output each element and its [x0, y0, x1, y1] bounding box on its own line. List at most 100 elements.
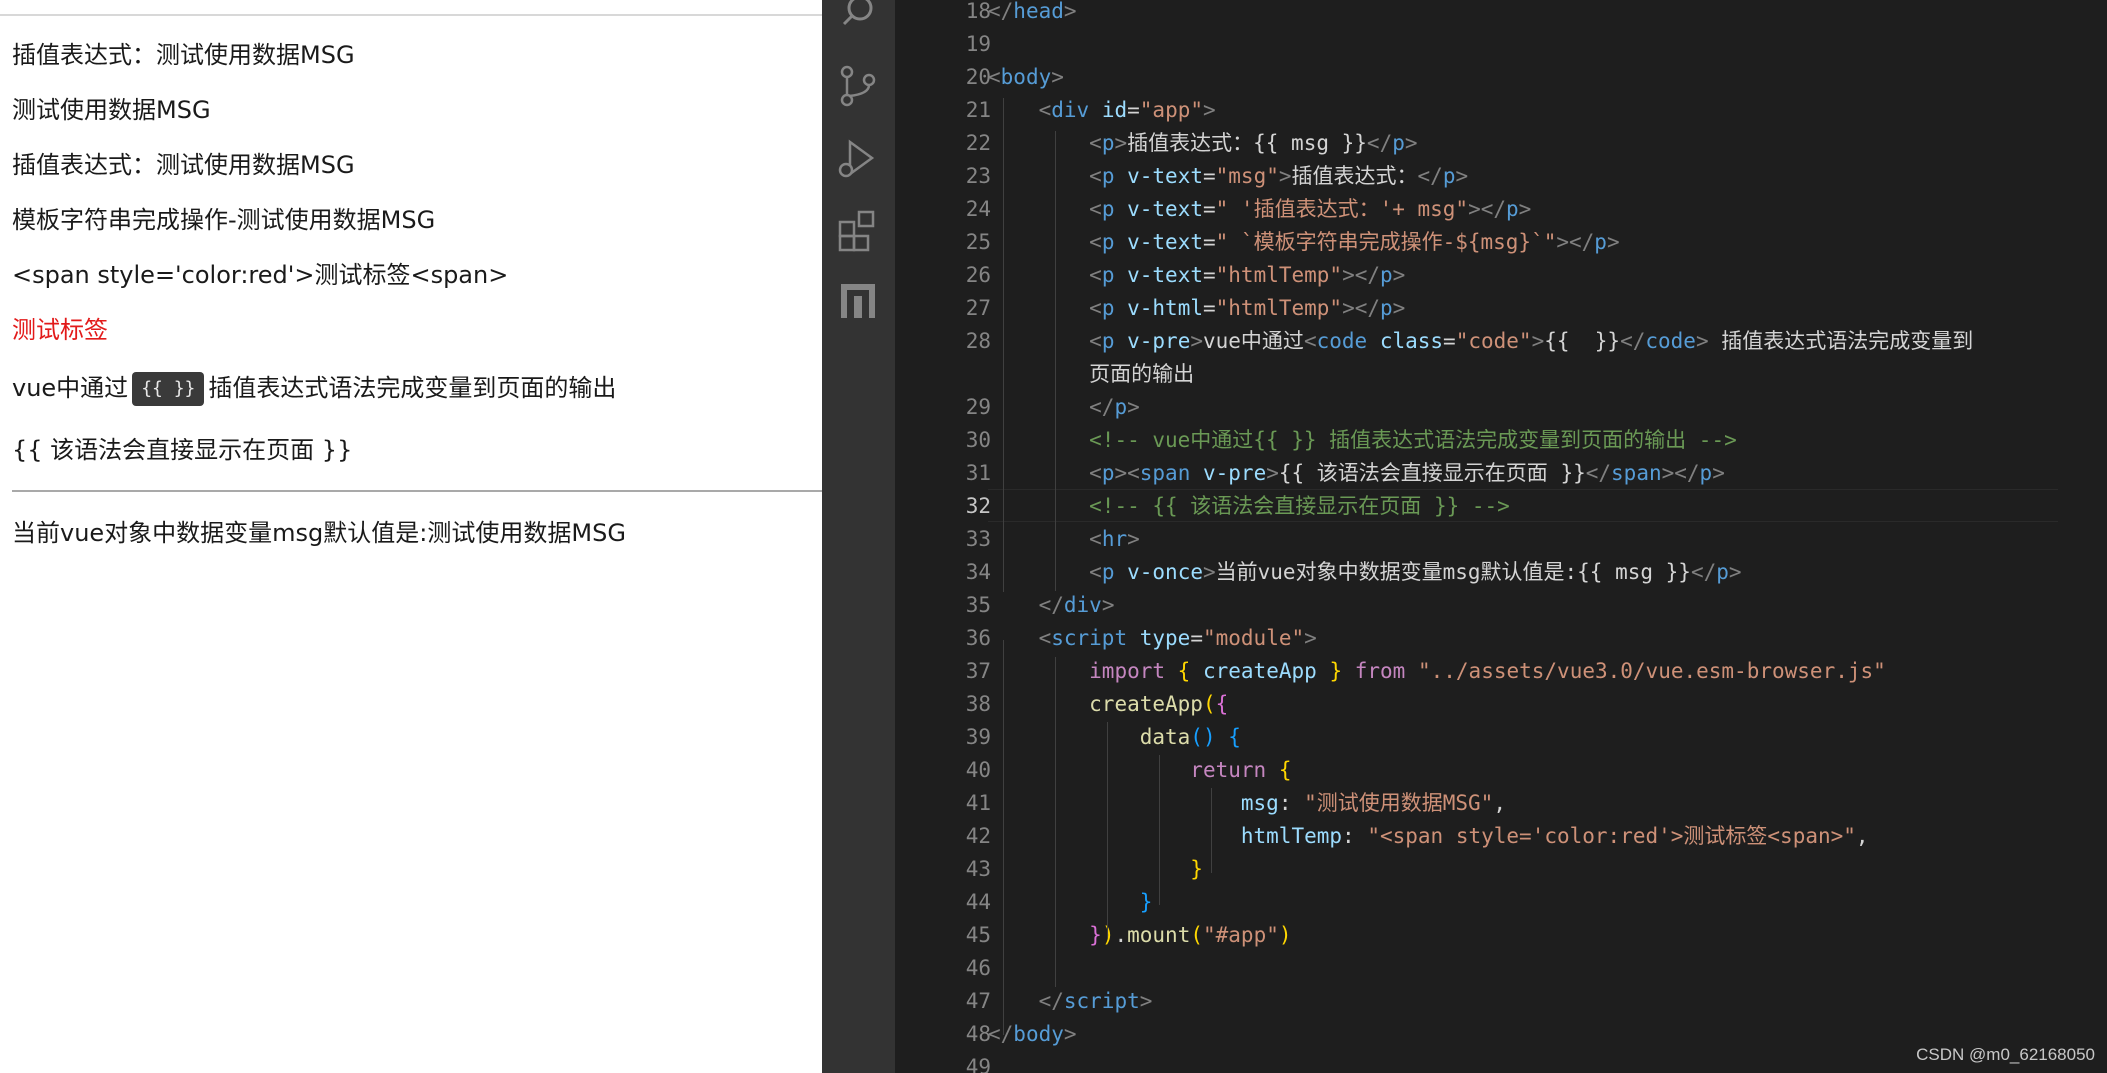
- code-token: >: [1063, 1022, 1077, 1046]
- code-token: </: [1620, 329, 1646, 353]
- run-debug-icon[interactable]: [822, 128, 895, 188]
- code-token: 页面的输出: [988, 362, 1195, 386]
- code-line[interactable]: <p v-once>当前vue对象中数据变量msg默认值是:{{ msg }}<…: [988, 556, 1742, 589]
- code-line[interactable]: }).mount("#app"): [988, 919, 1291, 952]
- code-token: >: [1531, 329, 1545, 353]
- code-token: mount: [1127, 923, 1191, 947]
- code-line[interactable]: htmlTemp: "<span style='color:red'>测试标签<…: [988, 820, 1869, 853]
- code-line[interactable]: </script>: [988, 985, 1153, 1018]
- indent-guide: [1211, 788, 1212, 873]
- code-line[interactable]: </body>: [988, 1018, 1077, 1051]
- code-line[interactable]: 页面的输出: [988, 358, 1194, 391]
- code-token: data: [1139, 725, 1191, 749]
- code-token: >: [1392, 263, 1406, 287]
- vscode-window: 18 19 20 21 22 23 24 25 26 27 28 29 30 31 32 33 34 35 36 37…: [822, 0, 2107, 1073]
- code-token: </: [988, 0, 1014, 23]
- code-token: from: [1354, 659, 1406, 683]
- code-token: p: [1101, 164, 1115, 188]
- extensions-icon[interactable]: [822, 200, 895, 260]
- code-token: </: [1089, 395, 1115, 419]
- code-token: >: [1063, 0, 1077, 23]
- code-line[interactable]: <div id="app">: [988, 94, 1216, 127]
- line-number: 29: [965, 395, 991, 419]
- code-line[interactable]: data() {: [988, 721, 1241, 754]
- code-token: ): [1101, 923, 1115, 947]
- line-number: 43: [965, 857, 991, 881]
- code-line[interactable]: <body>: [988, 61, 1064, 94]
- code-token: p: [1716, 560, 1729, 584]
- code-token: >: [1518, 197, 1532, 221]
- code-line[interactable]: </p>: [988, 391, 1140, 424]
- code-token: </: [1585, 461, 1612, 485]
- code-line[interactable]: <p v-text="htmlTemp"></p>: [988, 259, 1405, 292]
- code-token: >: [1278, 164, 1292, 188]
- line-number: 34: [965, 560, 991, 584]
- code-token: >: [1101, 593, 1115, 617]
- code-token: body: [1000, 65, 1052, 89]
- code-line[interactable]: <p v-html="htmlTemp"></p>: [988, 292, 1405, 325]
- code-token: body: [1013, 1022, 1064, 1046]
- code-token: ></: [1342, 263, 1381, 287]
- code-token: <: [1089, 131, 1102, 155]
- code-token: ></: [1661, 461, 1700, 485]
- activity-bar: [822, 0, 895, 1073]
- code-line[interactable]: <p v-text=" `模板字符串完成操作-${msg}`"></p>: [988, 226, 1619, 259]
- source-control-icon[interactable]: [822, 56, 895, 116]
- preview-line-vpre: vue中通过{{ }} 插值表达式语法完成变量到页面的输出: [12, 372, 616, 406]
- code-token: ><: [1114, 461, 1140, 485]
- code-line[interactable]: <p>插值表达式：{{ msg }}</p>: [988, 127, 1417, 160]
- line-number: 49: [965, 1055, 991, 1073]
- code-line[interactable]: <script type="module">: [988, 622, 1317, 655]
- preview-line-interpolation: 插值表达式：测试使用数据MSG: [12, 41, 355, 69]
- code-line[interactable]: </head>: [988, 0, 1077, 28]
- code-token: <: [1038, 626, 1052, 650]
- preview-line-vtext-msg: 测试使用数据MSG: [12, 96, 211, 124]
- code-token: }: [1139, 890, 1153, 914]
- code-line[interactable]: return {: [988, 754, 1291, 787]
- code-token: script: [1063, 989, 1140, 1013]
- code-token: ></: [1342, 296, 1381, 320]
- code-token: <: [988, 65, 1001, 89]
- line-number: 47: [965, 989, 991, 1013]
- code-line[interactable]: </div>: [988, 589, 1115, 622]
- code-line[interactable]: <hr>: [988, 523, 1140, 556]
- code-line[interactable]: <p><span v-pre>{{ 该语法会直接显示在页面 }}</span><…: [988, 457, 1725, 490]
- code-token: code: [1645, 329, 1696, 353]
- code-line[interactable]: <!-- {{ 该语法会直接显示在页面 }} -->: [988, 490, 1510, 523]
- code-line[interactable]: <p v-text=" '插值表达式：'+ msg"></p>: [988, 193, 1531, 226]
- code-token: p: [1101, 230, 1115, 254]
- code-token: 插值表达式语法完成变量到: [1708, 329, 1974, 353]
- remote-explorer-icon[interactable]: [822, 272, 895, 332]
- code-token: p: [1699, 461, 1713, 485]
- code-line[interactable]: import { createApp } from "../assets/vue…: [988, 655, 1886, 688]
- code-line[interactable]: <!-- vue中通过{{ }} 插值表达式语法完成变量到页面的输出 -->: [988, 424, 1737, 457]
- line-number: 21: [965, 98, 991, 122]
- code-line[interactable]: msg: "测试使用数据MSG",: [988, 787, 1506, 820]
- code-token: "#app": [1203, 923, 1279, 947]
- code-token: v-text: [1127, 164, 1203, 188]
- line-number: 31: [965, 461, 991, 485]
- line-number: 48: [965, 1022, 991, 1046]
- code-line[interactable]: }: [988, 886, 1153, 919]
- code-token: >: [1695, 329, 1709, 353]
- preview-line-vtext-html: <span style='color:red'>测试标签<span>: [12, 261, 509, 289]
- line-number: 27: [965, 296, 991, 320]
- code-token: p: [1101, 263, 1115, 287]
- code-line[interactable]: createApp({: [988, 688, 1228, 721]
- code-token: htmlTemp: [1240, 824, 1343, 848]
- code-token: }: [1089, 923, 1102, 947]
- code-token: p: [1380, 263, 1393, 287]
- code-token: v-pre: [1127, 329, 1191, 353]
- code-token: =: [1202, 164, 1216, 188]
- code-token: </: [988, 1022, 1014, 1046]
- code-line[interactable]: }: [988, 853, 1203, 886]
- code-token: >: [1728, 560, 1742, 584]
- code-line[interactable]: <p v-text="msg">插值表达式：</p>: [988, 160, 1468, 193]
- search-icon[interactable]: [822, 0, 895, 42]
- code-token: p: [1101, 131, 1115, 155]
- code-editor[interactable]: 18 19 20 21 22 23 24 25 26 27 28 29 30 31 32 33 34 35 36 37…: [895, 0, 2107, 1073]
- code-line[interactable]: <p v-pre>vue中通过<code class="code">{{ }}<…: [988, 325, 1973, 358]
